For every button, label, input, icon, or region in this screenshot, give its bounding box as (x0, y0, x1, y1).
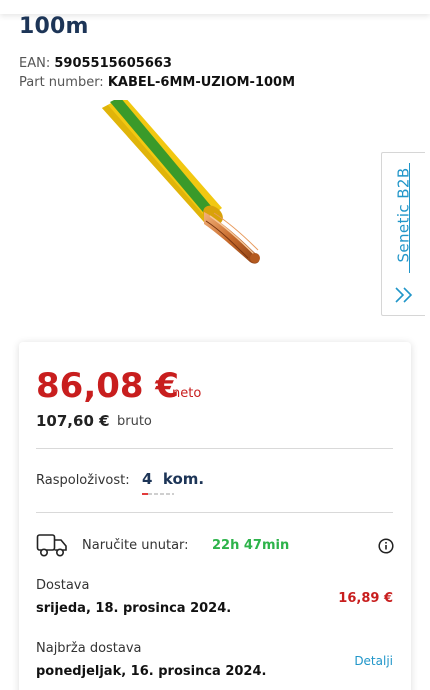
stock-level-indicator (142, 493, 174, 495)
ean-value: 5905515605663 (54, 56, 172, 71)
part-number-row: Part number: KABEL-6MM-UZIOM-100M (19, 75, 295, 90)
availability-value: 4 kom. (142, 470, 205, 488)
order-within-label: Naručite unutar: (82, 538, 189, 553)
part-number-value: KABEL-6MM-UZIOM-100M (107, 75, 296, 90)
gross-price: 107,60 € (36, 412, 110, 430)
order-countdown: 22h 47min (212, 538, 290, 553)
b2b-tab-label-wrap: Senetic B2B (382, 161, 426, 269)
b2b-tab-label: Senetic B2B (395, 167, 414, 263)
availability-label: Raspoloživost: (36, 473, 130, 488)
net-price: 86,08 € (36, 366, 180, 406)
divider (36, 512, 393, 513)
delivery-date: srijeda, 18. prosinca 2024. (36, 601, 232, 616)
price-card: 86,08 € neto 107,60 € bruto Raspoloživos… (19, 342, 411, 690)
info-icon[interactable] (378, 538, 394, 554)
b2b-divider (409, 163, 410, 273)
truck-icon (36, 534, 67, 557)
divider (36, 448, 393, 449)
top-header-bar (0, 0, 430, 14)
delivery-price: 16,89 € (338, 591, 393, 606)
ean-label: EAN: (19, 56, 51, 71)
senetic-b2b-tab[interactable]: Senetic B2B (381, 152, 425, 316)
delivery-label: Dostava (36, 578, 90, 593)
net-price-label: neto (172, 386, 202, 401)
fastest-delivery-label: Najbrža dostava (36, 641, 142, 656)
double-chevron-right-icon[interactable] (392, 283, 416, 307)
details-link[interactable]: Detalji (354, 654, 393, 668)
gross-price-label: bruto (117, 414, 152, 429)
product-title: 100m (19, 14, 89, 39)
cable-product-image[interactable] (100, 100, 270, 270)
ean-row: EAN: 5905515605663 (19, 56, 172, 71)
part-number-label: Part number: (19, 75, 104, 90)
fastest-delivery-date: ponedjeljak, 16. prosinca 2024. (36, 664, 267, 679)
